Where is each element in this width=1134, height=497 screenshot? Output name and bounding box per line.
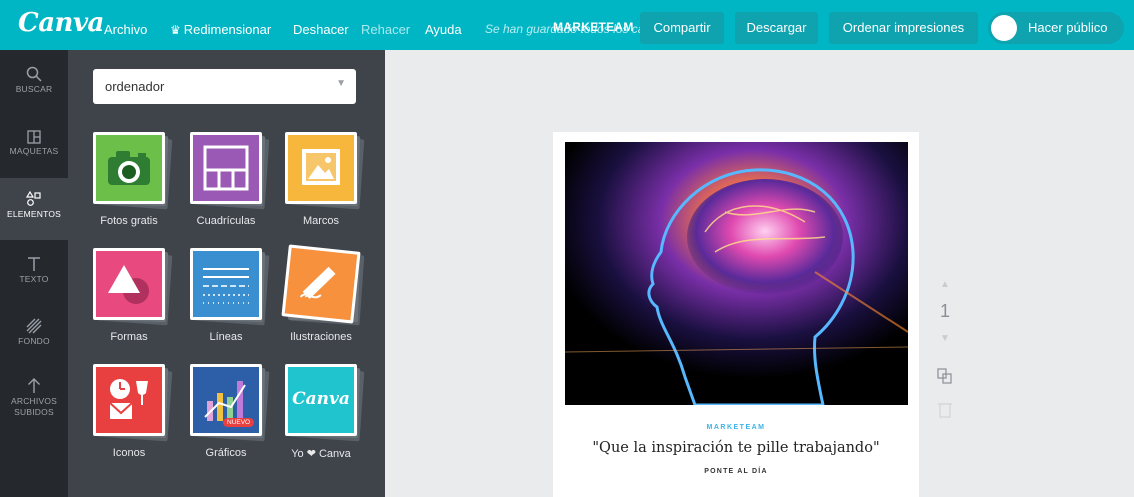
layout-icon xyxy=(27,130,41,144)
text-icon xyxy=(28,257,40,271)
nav-elementos[interactable]: ELEMENTOS xyxy=(0,178,68,240)
page-up-icon[interactable]: ▲ xyxy=(935,279,955,290)
tile-label: Yo ❤ Canva xyxy=(291,448,351,460)
page-down-icon[interactable]: ▼ xyxy=(935,333,955,344)
shapes-tile-icon xyxy=(108,265,149,304)
nav-fondo-label: FONDO xyxy=(18,336,50,346)
nav-elementos-label: ELEMENTOS xyxy=(6,209,62,219)
crown-icon: ♛ xyxy=(170,23,181,37)
brain-image[interactable] xyxy=(565,142,908,405)
new-badge: NUEVO xyxy=(223,418,255,427)
pencil-icon xyxy=(299,266,336,299)
nav-buscar-label: BUSCAR xyxy=(15,84,53,94)
nav-buscar[interactable]: BUSCAR xyxy=(0,66,68,112)
document-title[interactable]: MARKETEAM xyxy=(553,20,634,34)
ordenar-impresiones-button[interactable]: Ordenar impresiones xyxy=(829,12,978,44)
menu-redimensionar-label: Redimensionar xyxy=(183,22,272,37)
tile-label: Líneas xyxy=(209,331,243,343)
nav-fondo[interactable]: FONDO xyxy=(0,318,68,364)
nav-texto[interactable]: TEXTO xyxy=(0,256,68,302)
upload-arrow-icon xyxy=(28,378,40,393)
nav-maquetas-label: MAQUETAS xyxy=(9,146,59,156)
nav-texto-label: TEXTO xyxy=(19,274,49,284)
nav-maquetas[interactable]: MAQUETAS xyxy=(0,130,68,176)
chevron-down-icon: ▼ xyxy=(336,78,346,89)
canva-logo-icon: Canva xyxy=(292,389,350,409)
tile-label: Fotos gratis xyxy=(100,215,158,227)
nav-archivos-subidos[interactable]: ARCHIVOS SUBIDOS xyxy=(0,378,68,438)
tile-label: Marcos xyxy=(302,215,340,227)
quote-text[interactable]: "Que la inspiración te pille trabajando" xyxy=(553,440,919,456)
search-value: ordenador xyxy=(105,79,165,94)
brand-name[interactable]: MARKETEAM xyxy=(553,424,919,431)
page-number: 1 xyxy=(939,301,950,321)
lines-icon xyxy=(203,268,249,304)
hacer-publico-label: Hacer público xyxy=(1028,20,1108,35)
shapes-icon xyxy=(26,191,41,206)
menu-archivo[interactable]: Archivo xyxy=(104,22,147,37)
icons-icon xyxy=(109,379,148,419)
tile-label: Ilustraciones xyxy=(290,331,352,343)
search-dropdown[interactable]: ordenador ▼ xyxy=(93,69,356,104)
tile-label: Gráficos xyxy=(205,447,247,459)
frame-icon xyxy=(302,149,340,185)
left-nav: BUSCAR MAQUETAS ELEMENTOS TEXTO FONDO AR… xyxy=(0,50,68,497)
camera-icon xyxy=(108,151,150,185)
tile-label: Iconos xyxy=(112,447,146,459)
brain-illustration xyxy=(565,142,908,405)
tile-label: Cuadrículas xyxy=(196,215,256,227)
compartir-button[interactable]: Compartir xyxy=(640,12,724,44)
copy-page-icon[interactable] xyxy=(935,367,955,385)
nav-archivos-label: ARCHIVOS SUBIDOS xyxy=(11,396,57,417)
background-icon xyxy=(26,318,42,334)
tile-label: Formas xyxy=(110,331,148,343)
toggle-knob xyxy=(991,15,1017,41)
top-bar: Canva Archivo ♛ Redimensionar Deshacer Re… xyxy=(0,0,1134,50)
canva-logo[interactable]: Canva xyxy=(18,8,104,38)
grid-icon xyxy=(203,145,249,191)
elements-panel: ordenador ▼ Fotos gratis Cuadrículas Mar… xyxy=(68,50,385,497)
descargar-button[interactable]: Descargar xyxy=(735,12,818,44)
menu-deshacer[interactable]: Deshacer xyxy=(293,22,349,37)
design-page[interactable]: MARKETEAM "Que la inspiración te pille t… xyxy=(553,132,919,497)
menu-ayuda[interactable]: Ayuda xyxy=(425,22,462,37)
search-icon xyxy=(26,66,42,82)
delete-page-icon[interactable] xyxy=(935,401,955,419)
menu-rehacer[interactable]: Rehacer xyxy=(361,22,410,37)
cta-text[interactable]: PONTE AL DÍA xyxy=(553,468,919,475)
hacer-publico-toggle[interactable]: Hacer público xyxy=(988,12,1124,44)
menu-redimensionar[interactable]: ♛ Redimensionar xyxy=(170,22,271,37)
